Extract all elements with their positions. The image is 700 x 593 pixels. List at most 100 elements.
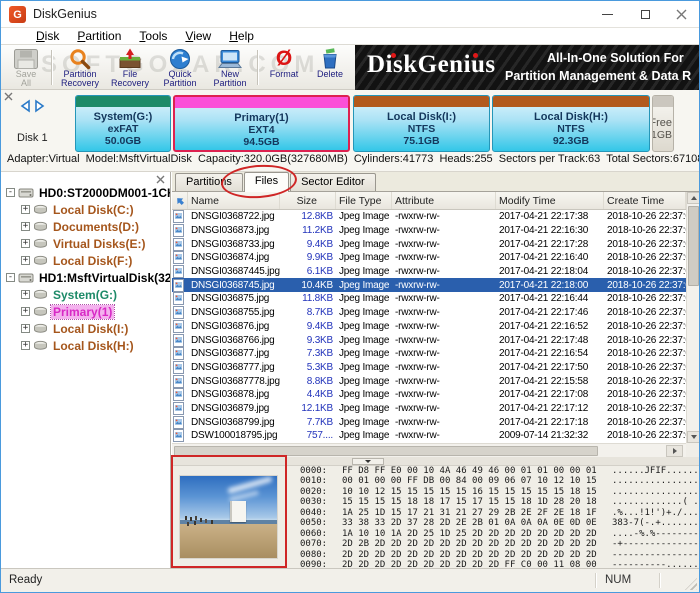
tree-item-local-disk-i[interactable]: +Local Disk(I:) — [1, 320, 170, 337]
table-row[interactable]: DNSGI03687778.jpg8.8KBJpeg Image-rwxrw-r… — [172, 374, 686, 388]
partition-block-primary-1[interactable]: Primary(1)EXT494.5GB — [173, 95, 350, 152]
vertical-scrollbar[interactable] — [686, 192, 699, 443]
tab-partitions[interactable]: Partitions — [175, 173, 243, 191]
maximize-button[interactable] — [629, 1, 661, 28]
down-arrow-icon — [691, 435, 697, 439]
minimize-button[interactable] — [591, 1, 623, 28]
tree-expand-toggle[interactable]: + — [21, 222, 30, 231]
table-row[interactable]: DNSGI0368755.jpg8.7KBJpeg Image-rwxrw-rw… — [172, 306, 686, 320]
splitter-collapse-button[interactable] — [352, 458, 384, 465]
horizontal-scroll-thumb[interactable] — [174, 446, 598, 456]
preview-photo — [180, 476, 277, 558]
toolbar-button-new-partition[interactable]: New Partition — [205, 45, 255, 90]
menu-item-help[interactable]: Help — [220, 28, 263, 45]
tree-panel-close-icon[interactable] — [156, 175, 165, 184]
toolbar-button-save-all[interactable]: Save All — [3, 45, 49, 90]
tree-expand-toggle[interactable]: + — [21, 341, 30, 350]
horizontal-scrollbar[interactable] — [172, 443, 686, 457]
toolbar-button-partition-recovery[interactable]: Partition Recovery — [55, 45, 105, 90]
toolbar-button-format[interactable]: ØFormat — [261, 45, 307, 90]
toolbar-button-quick-partition[interactable]: Quick Partition — [155, 45, 205, 90]
tree-item-hd1-msftvirtualdisk-320gi[interactable]: -HD1:MsftVirtualDisk(320GI — [1, 269, 170, 286]
scroll-right-button[interactable] — [666, 445, 683, 457]
menu-item-disk[interactable]: Disk — [27, 28, 68, 45]
tree-expand-toggle[interactable]: + — [21, 239, 30, 248]
partition-text: Local Disk(H:)NTFS92.3GB — [493, 111, 649, 147]
table-row[interactable]: DNSGI0368799.jpg7.7KBJpeg Image-rwxrw-rw… — [172, 415, 686, 429]
tree-item-documents-d[interactable]: + Documents(D:) — [1, 218, 170, 235]
tree-item-system-g[interactable]: +System(G:) — [1, 286, 170, 303]
table-row[interactable]: DNSGI0368733.jpg9.4KBJpeg Image-rwxrw-rw… — [172, 237, 686, 251]
file-image-icon — [173, 388, 184, 401]
table-row[interactable]: DNSGI036876.jpg9.4KBJpeg Image-rwxrw-rw-… — [172, 320, 686, 334]
tree-expand-toggle[interactable]: + — [21, 256, 30, 265]
toolbar-buttons: Save AllPartition Recovery File Recovery Q… — [3, 45, 355, 90]
tree-expand-toggle[interactable]: - — [6, 273, 15, 282]
partition-block-system-g[interactable]: System(G:)exFAT50.0GB — [75, 95, 171, 152]
tree-expand-toggle[interactable]: + — [21, 290, 30, 299]
laptop-icon — [217, 47, 243, 70]
scroll-down-button[interactable] — [687, 431, 699, 443]
disk-nav-arrows-icon[interactable] — [17, 99, 49, 113]
hex-row: 0000:FF D8 FF E0 00 10 4A 46 49 46 00 01… — [290, 466, 699, 476]
table-row[interactable]: DNSGI0368722.jpg12.8KBJpeg Image-rwxrw-r… — [172, 210, 686, 224]
table-row[interactable]: DNSGI0368777.jpg5.3KBJpeg Image-rwxrw-rw… — [172, 361, 686, 375]
file-name: DNSGI036879.jpg — [188, 402, 280, 416]
splitter-bar[interactable] — [172, 457, 699, 466]
tree-item-virtual-disks-e[interactable]: +Virtual Disks(E:) — [1, 235, 170, 252]
file-cell — [172, 388, 188, 402]
column-header-name[interactable]: Name — [188, 192, 280, 209]
column-header-size[interactable]: Size — [280, 192, 336, 209]
tree-expand-toggle[interactable]: + — [21, 324, 30, 333]
table-row[interactable]: DSW100018795.jpg757....Jpeg Image-rwxrw-… — [172, 429, 686, 443]
menu-item-tools[interactable]: Tools — [130, 28, 176, 45]
file-modify-time: 2017-04-21 22:15:58 — [496, 374, 604, 388]
panel-close-icon[interactable] — [4, 92, 13, 101]
table-row[interactable]: DNSGI036879.jpg12.1KBJpeg Image-rwxrw-rw… — [172, 402, 686, 416]
file-create-time: 2018-10-26 22:37:08 — [604, 402, 686, 416]
file-modify-time: 2017-04-21 22:17:18 — [496, 415, 604, 429]
table-row[interactable]: DNSGI036875.jpg11.8KBJpeg Image-rwxrw-rw… — [172, 292, 686, 306]
tree-item-primary-1[interactable]: +Primary(1) — [1, 303, 170, 320]
tree-expand-toggle[interactable]: + — [21, 307, 30, 316]
tree-item-local-disk-h[interactable]: +Local Disk(H:) — [1, 337, 170, 354]
hex-preview-pane[interactable]: 0000:FF D8 FF E0 00 10 4A 46 49 46 00 01… — [290, 466, 699, 568]
file-size: 11.8KB — [280, 292, 336, 306]
partition-header-strip — [653, 96, 673, 107]
table-row[interactable]: DNSGI036878.jpg4.4KBJpeg Image-rwxrw-rw-… — [172, 388, 686, 402]
tree-item-hd0-st2000dm001-1ch16[interactable]: -HD0:ST2000DM001-1CH16 — [1, 184, 170, 201]
resize-grip[interactable] — [685, 578, 697, 590]
vertical-scroll-thumb[interactable] — [688, 206, 699, 286]
table-row[interactable]: DNSGI0368766.jpg9.3KBJpeg Image-rwxrw-rw… — [172, 333, 686, 347]
tab-files[interactable]: Files — [244, 172, 289, 192]
partition-block-local-disk-h[interactable]: Local Disk(H:)NTFS92.3GB — [492, 95, 650, 152]
menu-item-partition[interactable]: Partition — [68, 28, 130, 45]
file-type: Jpeg Image — [336, 306, 392, 320]
column-header-attribute[interactable]: Attribute — [392, 192, 496, 209]
tree-expand-toggle[interactable]: - — [6, 188, 15, 197]
menu-item-view[interactable]: View — [176, 28, 220, 45]
column-header-file-type[interactable]: File Type — [336, 192, 392, 209]
toolbar-button-label: File Recovery — [111, 70, 149, 89]
table-row[interactable]: DNSGI036873.jpg11.2KBJpeg Image-rwxrw-rw… — [172, 224, 686, 238]
tree-expand-toggle[interactable]: + — [21, 205, 30, 214]
table-row[interactable]: DNSGI03687445.jpg6.1KBJpeg Image-rwxrw-r… — [172, 265, 686, 279]
tab-sector-editor[interactable]: Sector Editor — [290, 173, 376, 191]
column-header-create-time[interactable]: Create Time — [604, 192, 686, 209]
column-header-modify-time[interactable]: Modify Time — [496, 192, 604, 209]
sort-arrow-icon[interactable] — [172, 192, 188, 209]
table-row[interactable]: DNSGI0368745.jpg10.4KBJpeg Image-rwxrw-r… — [172, 278, 686, 292]
partition-block-free[interactable]: Free8.1GB — [652, 95, 674, 152]
tree-item-label: Documents(D:) — [51, 220, 141, 234]
toolbar-button-file-recovery[interactable]: File Recovery — [105, 45, 155, 90]
table-row[interactable]: DNSGI036874.jpg9.9KBJpeg Image-rwxrw-rw-… — [172, 251, 686, 265]
scroll-up-button[interactable] — [687, 192, 699, 204]
toolbar-button-delete[interactable]: Delete — [307, 45, 353, 90]
partition-block-local-disk-i[interactable]: Local Disk(I:)NTFS75.1GB — [353, 95, 490, 152]
file-cell — [172, 320, 188, 334]
tree-item-local-disk-c[interactable]: +Local Disk(C:) — [1, 201, 170, 218]
adapter-info: Adapter:Virtual Model:MsftVirtualDisk Ca… — [7, 153, 700, 165]
tree-item-local-disk-f[interactable]: +Local Disk(F:) — [1, 252, 170, 269]
close-button[interactable] — [665, 1, 697, 28]
table-row[interactable]: DNSGI036877.jpg7.3KBJpeg Image-rwxrw-rw-… — [172, 347, 686, 361]
